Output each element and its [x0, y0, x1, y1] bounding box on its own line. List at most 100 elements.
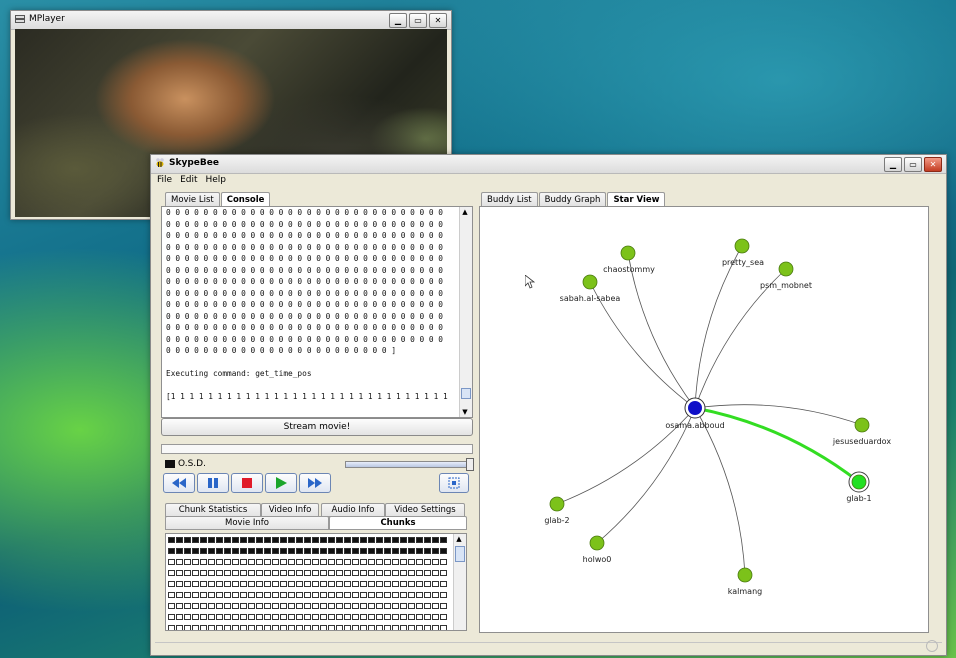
right-tabbar: Buddy List Buddy Graph Star View [481, 192, 666, 206]
menu-file[interactable]: File [157, 175, 172, 185]
tab-console[interactable]: Console [220, 192, 271, 206]
chunk-cell [256, 614, 263, 620]
scroll-up-icon[interactable]: ▲ [454, 534, 464, 544]
chunk-cell [376, 581, 383, 587]
mouse-cursor-icon [525, 275, 535, 289]
menu-edit[interactable]: Edit [180, 175, 197, 185]
chunk-cell [360, 625, 367, 630]
chunk-cell [288, 614, 295, 620]
tab-buddy-list[interactable]: Buddy List [481, 192, 538, 206]
scroll-thumb[interactable] [461, 388, 471, 399]
chunk-cell [256, 625, 263, 630]
chunk-cell [288, 625, 295, 630]
chunk-cell [208, 592, 215, 598]
chunk-cell [280, 581, 287, 587]
stop-button[interactable] [231, 473, 263, 493]
chunk-cell [440, 603, 447, 609]
chunk-cell [312, 559, 319, 565]
console-line: 0 0 0 0 0 0 0 0 0 0 0 0 0 0 0 0 0 0 0 0 … [166, 277, 443, 286]
chunk-cell [416, 592, 423, 598]
chunk-cell [248, 603, 255, 609]
pause-button[interactable] [197, 473, 229, 493]
chunk-cell [360, 592, 367, 598]
close-button[interactable]: ✕ [429, 13, 447, 28]
console-line: 0 0 0 0 0 0 0 0 0 0 0 0 0 0 0 0 0 0 0 0 … [166, 323, 443, 332]
console-line: 0 0 0 0 0 0 0 0 0 0 0 0 0 0 0 0 0 0 0 0 … [166, 334, 443, 344]
chunk-cell [424, 603, 431, 609]
chunk-cell [280, 559, 287, 565]
graph-node[interactable] [620, 245, 636, 261]
chunk-cell [336, 581, 343, 587]
tab-movie-info[interactable]: Movie Info [165, 516, 329, 530]
osd-toggle[interactable]: O.S.D. [165, 459, 206, 469]
chunk-cell [280, 592, 287, 598]
chunk-cell [424, 537, 431, 543]
menu-help[interactable]: Help [206, 175, 227, 185]
chunk-cell [264, 548, 271, 554]
graph-node[interactable] [778, 261, 794, 277]
chunk-cell [376, 548, 383, 554]
tab-chunk-statistics[interactable]: Chunk Statistics [165, 503, 261, 517]
star-graph[interactable]: chaostommy pretty_sea sabah.al-sabea psm_mo… [480, 207, 928, 632]
chunk-cell [416, 603, 423, 609]
tab-video-info[interactable]: Video Info [261, 503, 319, 517]
chunk-cell [208, 559, 215, 565]
tab-audio-info[interactable]: Audio Info [321, 503, 385, 517]
tab-movie-list[interactable]: Movie List [165, 192, 220, 206]
play-button[interactable] [265, 473, 297, 493]
console-line: 0 0 0 0 0 0 0 0 0 0 0 0 0 0 0 0 0 0 0 0 … [166, 208, 443, 217]
chunk-cell [368, 537, 375, 543]
chunk-cell [376, 537, 383, 543]
close-button[interactable]: ✕ [924, 157, 942, 172]
chunk-cell [400, 559, 407, 565]
graph-node[interactable] [854, 417, 870, 433]
rewind-button[interactable] [163, 473, 195, 493]
chunk-cell [368, 614, 375, 620]
graph-node[interactable] [734, 238, 750, 254]
chunk-cell [208, 581, 215, 587]
tab-chunks[interactable]: Chunks [329, 516, 467, 530]
chunk-row [168, 614, 466, 622]
graph-center-node[interactable] [688, 401, 702, 415]
volume-slider-handle[interactable] [466, 458, 474, 471]
minimize-button[interactable]: ▁ [389, 13, 407, 28]
graph-node[interactable] [582, 274, 598, 290]
fast-forward-button[interactable] [299, 473, 331, 493]
resize-grip-icon[interactable] [926, 640, 938, 652]
console-line: 0 0 0 0 0 0 0 0 0 0 0 0 0 0 0 0 0 0 0 0 … [166, 346, 397, 355]
chunk-cell [408, 625, 415, 630]
skypebee-titlebar[interactable]: SkypeBee ▁ ▭ ✕ [151, 155, 946, 174]
chunk-cell [184, 559, 191, 565]
maximize-button[interactable]: ▭ [904, 157, 922, 172]
console-line: [1 1 1 1 1 1 1 1 1 1 1 1 1 1 1 1 1 1 1 1… [166, 392, 448, 401]
console-scrollbar[interactable]: ▲ ▼ [459, 207, 472, 417]
chunk-cell [360, 537, 367, 543]
graph-node[interactable] [589, 535, 605, 551]
tab-buddy-graph[interactable]: Buddy Graph [538, 192, 607, 206]
tab-video-settings[interactable]: Video Settings [385, 503, 465, 517]
graph-node[interactable] [549, 496, 565, 512]
chunk-cell [192, 581, 199, 587]
chunk-cell [368, 581, 375, 587]
graph-node[interactable] [737, 567, 753, 583]
graph-node[interactable] [851, 474, 867, 490]
scroll-down-icon[interactable]: ▼ [460, 407, 470, 417]
chunk-cell [184, 570, 191, 576]
stream-movie-button[interactable]: Stream movie! [161, 418, 473, 436]
volume-slider[interactable] [345, 458, 474, 471]
fullscreen-button[interactable] [439, 473, 469, 493]
mplayer-titlebar[interactable]: MPlayer ▁ ▭ ✕ [11, 11, 451, 30]
chunk-cell [336, 559, 343, 565]
chunk-cell [168, 603, 175, 609]
chunk-cell [312, 603, 319, 609]
tab-star-view[interactable]: Star View [607, 192, 666, 206]
chunk-cell [368, 625, 375, 630]
minimize-button[interactable]: ▁ [884, 157, 902, 172]
chunks-scrollbar[interactable]: ▲ [453, 534, 466, 630]
scroll-thumb[interactable] [455, 546, 465, 562]
chunk-cell [344, 537, 351, 543]
chunk-cell [200, 570, 207, 576]
scroll-up-icon[interactable]: ▲ [460, 207, 470, 217]
maximize-button[interactable]: ▭ [409, 13, 427, 28]
chunk-cell [184, 537, 191, 543]
